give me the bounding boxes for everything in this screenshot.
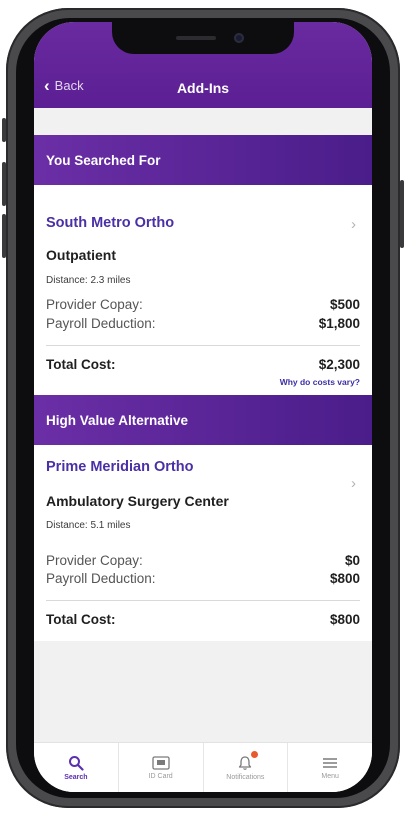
- section-header-searched: You Searched For: [34, 135, 372, 185]
- front-camera: [234, 33, 244, 43]
- volume-down-button: [2, 214, 6, 258]
- payroll-deduction-row: Payroll Deduction: $800: [46, 571, 360, 586]
- why-costs-vary-link[interactable]: Why do costs vary?: [280, 377, 360, 387]
- provider-copay-row: Provider Copay: $0: [46, 553, 360, 568]
- tab-label: Notifications: [226, 773, 265, 781]
- app-screen: ‹ Back Add-Ins You Searched For South Me…: [34, 22, 372, 792]
- payroll-deduction-value: $1,800: [318, 316, 360, 331]
- notification-dot: [251, 751, 259, 758]
- silent-switch: [2, 118, 6, 142]
- provider-distance: Distance: 2.3 miles: [46, 275, 131, 286]
- search-icon: [68, 755, 84, 771]
- provider-distance: Distance: 5.1 miles: [46, 520, 131, 531]
- provider-name[interactable]: South Metro Ortho: [46, 215, 174, 231]
- phone-notch: [112, 22, 294, 54]
- total-cost-row: Total Cost: $2,300: [46, 357, 360, 372]
- provider-copay-row: Provider Copay: $500: [46, 297, 360, 312]
- facility-type: Ambulatory Surgery Center: [46, 493, 229, 509]
- chevron-right-icon[interactable]: ›: [351, 216, 356, 233]
- payroll-deduction-value: $800: [329, 571, 360, 586]
- power-button: [400, 180, 404, 248]
- total-cost-value: $800: [329, 612, 360, 627]
- payroll-deduction-row: Payroll Deduction: $1,800: [46, 316, 360, 331]
- volume-up-button: [2, 162, 6, 206]
- chevron-right-icon[interactable]: ›: [351, 475, 356, 492]
- card-divider: [46, 345, 360, 346]
- provider-card-searched[interactable]: South Metro Ortho › Outpatient Distance:…: [34, 185, 372, 395]
- tab-label: Menu: [321, 772, 339, 780]
- tab-label: Search: [64, 773, 88, 781]
- tab-search[interactable]: Search: [34, 743, 119, 792]
- tab-id-card[interactable]: ID Card: [119, 743, 204, 792]
- tab-label: ID Card: [148, 772, 173, 780]
- card-divider: [46, 600, 360, 601]
- page-title: Add-Ins: [176, 80, 230, 96]
- tab-menu[interactable]: Menu: [288, 743, 372, 792]
- tab-notifications[interactable]: Notifications: [204, 743, 289, 792]
- provider-name[interactable]: Prime Meridian Ortho: [46, 459, 193, 475]
- provider-card-alternative[interactable]: Prime Meridian Ortho › Ambulatory Surger…: [34, 445, 372, 641]
- facility-type: Outpatient: [46, 247, 116, 263]
- provider-copay-label: Provider Copay:: [46, 297, 143, 312]
- provider-copay-label: Provider Copay:: [46, 553, 143, 568]
- payroll-deduction-label: Payroll Deduction:: [46, 316, 156, 331]
- total-cost-row: Total Cost: $800: [46, 612, 360, 627]
- provider-copay-value: $500: [329, 297, 360, 312]
- bottom-tab-bar: Search ID Card Notifications Menu: [34, 742, 372, 792]
- provider-copay-value: $0: [344, 553, 360, 568]
- section-header-alternative: High Value Alternative: [34, 395, 372, 445]
- total-cost-label: Total Cost:: [46, 357, 116, 372]
- total-cost-label: Total Cost:: [46, 612, 116, 627]
- payroll-deduction-label: Payroll Deduction:: [46, 571, 156, 586]
- menu-icon: [323, 757, 338, 768]
- total-cost-value: $2,300: [318, 357, 360, 372]
- id-card-icon: [151, 755, 170, 770]
- speaker-grille: [176, 36, 216, 40]
